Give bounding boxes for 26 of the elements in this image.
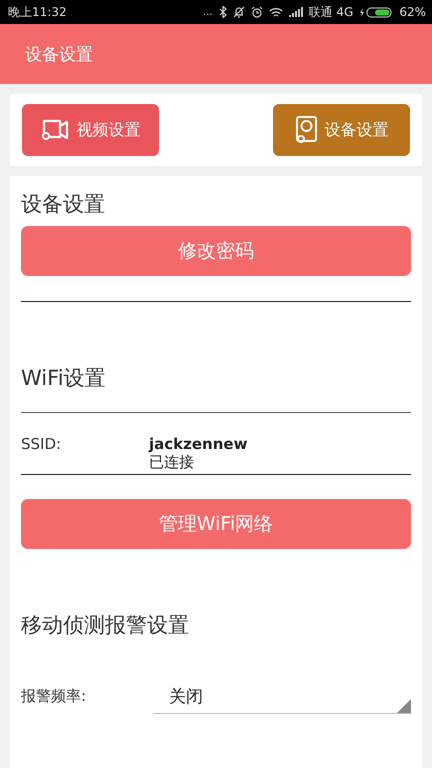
dropdown-corner-icon bbox=[397, 699, 411, 713]
battery-icon bbox=[359, 6, 394, 18]
app-title: 设备设置 bbox=[25, 44, 93, 66]
section-title: 移动侦测报警设置 bbox=[21, 612, 190, 639]
video-camera-icon bbox=[40, 117, 70, 143]
frequency-dropdown[interactable]: 关闭 bbox=[153, 679, 411, 714]
carrier-label: 联通 4G bbox=[308, 4, 354, 20]
notification-dots: ... bbox=[203, 6, 213, 18]
battery-percent: 62% bbox=[399, 5, 426, 19]
wifi-icon bbox=[268, 6, 283, 18]
bell-icon bbox=[232, 6, 245, 18]
connection-status: 已连接 bbox=[149, 453, 195, 472]
manage-wifi-button[interactable]: 管理WiFi网络 bbox=[21, 499, 411, 549]
clock: 晚上11:32 bbox=[8, 4, 67, 20]
signal-icon bbox=[288, 7, 303, 17]
ssid-label: SSID: bbox=[21, 435, 62, 455]
alarm-clock-icon bbox=[250, 6, 263, 18]
tab[interactable]: 视频设置 bbox=[22, 104, 159, 156]
change-password-button[interactable]: 修改密码 bbox=[21, 226, 411, 276]
camera-device-icon bbox=[294, 115, 318, 145]
tab[interactable]: 设备设置 bbox=[273, 104, 410, 156]
section-title: WiFi设置 bbox=[21, 365, 107, 392]
frequency-label: 报警频率: bbox=[21, 687, 88, 706]
ssid-value: jackzennew bbox=[149, 435, 248, 453]
bluetooth-icon bbox=[218, 6, 227, 18]
section-title: 设备设置 bbox=[21, 191, 106, 218]
